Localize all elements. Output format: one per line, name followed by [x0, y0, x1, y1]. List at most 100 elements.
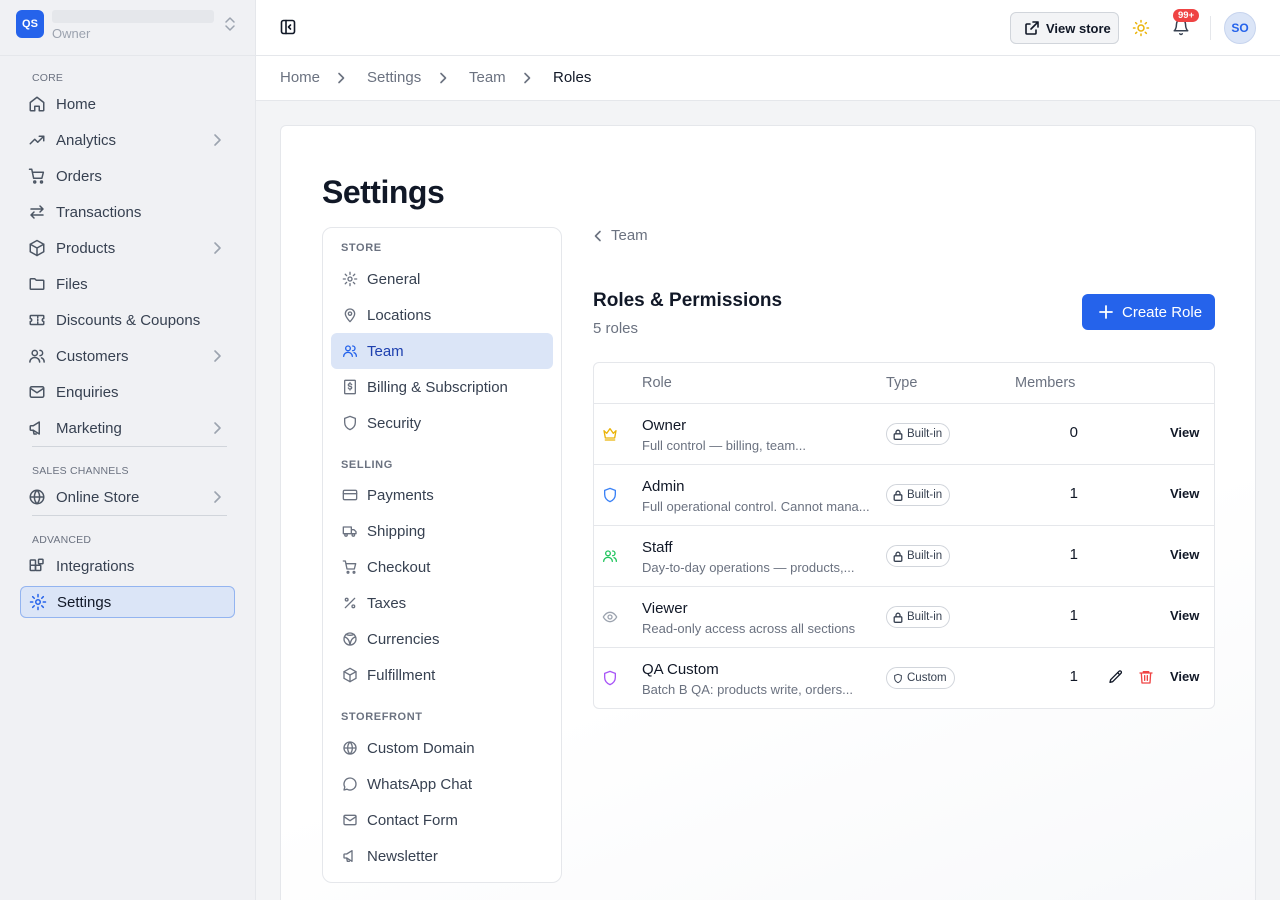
role-type-badge: Built-in [886, 423, 951, 445]
breadcrumb-home[interactable]: Home [280, 69, 320, 86]
create-role-button[interactable]: Create Role [1082, 294, 1215, 330]
role-description: Read-only access across all sections [642, 621, 856, 636]
settings-item-security[interactable]: Security [331, 405, 553, 441]
section-title: Roles & Permissions [593, 290, 783, 311]
settings-item-taxes[interactable]: Taxes [331, 585, 553, 621]
role-type-badge: Built-in [886, 606, 951, 628]
pencil-icon[interactable] [1108, 669, 1124, 685]
role-description: Full operational control. Cannot mana... [642, 499, 870, 514]
sidebar-item-label: Discounts & Coupons [56, 311, 201, 329]
view-role-button[interactable]: View [1170, 547, 1199, 562]
settings-item-shipping[interactable]: Shipping [331, 513, 553, 549]
avatar[interactable]: SO [1224, 12, 1256, 44]
sidebar-item-analytics[interactable]: Analytics [20, 124, 235, 156]
role-name: Staff [642, 539, 673, 556]
users-icon [27, 346, 47, 366]
store-name-placeholder [52, 10, 214, 23]
gear-icon [341, 270, 359, 288]
sidebar-item-marketing[interactable]: Marketing [20, 412, 235, 444]
view-role-button[interactable]: View [1170, 425, 1199, 440]
users-icon [341, 342, 359, 360]
table-row: Admin Full operational control. Cannot m… [594, 465, 1214, 526]
view-store-label: View store [1046, 20, 1111, 36]
sidebar-item-settings[interactable]: Settings [20, 586, 235, 618]
settings-item-label: Security [367, 414, 422, 432]
role-name: Admin [642, 478, 685, 495]
settings-item-custom-domain[interactable]: Custom Domain [331, 730, 553, 766]
settings-section-store: STORE [341, 242, 382, 254]
sidebar-item-online-store[interactable]: Online Store [20, 481, 235, 513]
settings-item-fulfillment[interactable]: Fulfillment [331, 657, 553, 693]
role-members-count: 1 [1069, 546, 1078, 563]
settings-item-label: Newsletter [367, 847, 438, 865]
view-role-button[interactable]: View [1170, 486, 1199, 501]
sidebar-item-home[interactable]: Home [20, 88, 235, 120]
chevron-right-icon [211, 349, 223, 363]
view-role-button[interactable]: View [1170, 669, 1199, 684]
settings-item-billing[interactable]: Billing & Subscription [331, 369, 553, 405]
users-icon [602, 548, 618, 564]
sidebar-item-enquiries[interactable]: Enquiries [20, 376, 235, 408]
trash-icon[interactable] [1138, 669, 1154, 685]
percent-icon [341, 594, 359, 612]
sidebar-item-discounts[interactable]: Discounts & Coupons [20, 304, 235, 336]
breadcrumb-team[interactable]: Team [469, 69, 506, 86]
settings-item-label: Custom Domain [367, 739, 475, 757]
sidebar-divider [0, 55, 256, 56]
settings-item-whatsapp[interactable]: WhatsApp Chat [331, 766, 553, 802]
role-type-badge: Custom [886, 667, 955, 689]
role-name: Owner [642, 417, 687, 434]
role-description: Batch B QA: products write, orders... [642, 682, 853, 697]
create-role-label: Create Role [1122, 303, 1203, 321]
sidebar-item-files[interactable]: Files [20, 268, 235, 300]
mail-icon [341, 811, 359, 829]
back-to-team-link[interactable]: Team [593, 227, 648, 244]
table-row: Viewer Read-only access across all secti… [594, 587, 1214, 648]
sidebar-toggle-icon[interactable] [280, 19, 296, 35]
settings-item-newsletter[interactable]: Newsletter [331, 838, 553, 874]
arrows-left-right-icon [27, 202, 47, 222]
table-row: Staff Day-to-day operations — products,.… [594, 526, 1214, 587]
sidebar-item-integrations[interactable]: Integrations [20, 550, 235, 582]
message-circle-icon [341, 775, 359, 793]
settings-item-team[interactable]: Team [331, 333, 553, 369]
sidebar-item-orders[interactable]: Orders [20, 160, 235, 192]
sidebar-item-label: Analytics [56, 131, 117, 149]
back-link-label: Team [611, 227, 648, 244]
settings-item-contact-form[interactable]: Contact Form [331, 802, 553, 838]
sidebar-item-label: Customers [56, 347, 129, 365]
column-header-role: Role [642, 375, 672, 391]
roles-table: Role Type Members Owner Full control — b… [593, 362, 1215, 709]
settings-item-currencies[interactable]: Currencies [331, 621, 553, 657]
chevron-right-icon [211, 133, 223, 147]
sidebar-item-label: Online Store [56, 488, 140, 506]
settings-item-label: Billing & Subscription [367, 378, 508, 396]
coins-icon [341, 630, 359, 648]
chevron-right-icon [211, 421, 223, 435]
credit-card-icon [341, 486, 359, 504]
role-type-label: Built-in [907, 611, 943, 623]
store-switcher[interactable]: QS Owner [16, 10, 240, 44]
sidebar-item-label: Orders [56, 167, 102, 185]
sidebar-item-transactions[interactable]: Transactions [20, 196, 235, 228]
sidebar-item-customers[interactable]: Customers [20, 340, 235, 372]
settings-item-checkout[interactable]: Checkout [331, 549, 553, 585]
settings-item-payments[interactable]: Payments [331, 477, 553, 513]
role-description: Day-to-day operations — products,... [642, 560, 855, 575]
view-store-button[interactable]: View store [1010, 12, 1119, 44]
breadcrumb-settings[interactable]: Settings [367, 69, 421, 86]
view-role-button[interactable]: View [1170, 608, 1199, 623]
sidebar-item-products[interactable]: Products [20, 232, 235, 264]
sidebar-divider [32, 515, 227, 516]
cart-icon [27, 166, 47, 186]
settings-item-label: Checkout [367, 558, 431, 576]
sun-icon[interactable] [1132, 19, 1150, 37]
role-type-badge: Built-in [886, 545, 951, 567]
sidebar-section-core: CORE [32, 72, 64, 84]
sidebar-item-label: Home [56, 95, 97, 113]
settings-item-general[interactable]: General [331, 261, 553, 297]
settings-section-storefront: STOREFRONT [341, 711, 423, 723]
settings-item-locations[interactable]: Locations [331, 297, 553, 333]
sidebar-item-label: Settings [57, 593, 112, 611]
role-type-label: Built-in [907, 428, 943, 440]
